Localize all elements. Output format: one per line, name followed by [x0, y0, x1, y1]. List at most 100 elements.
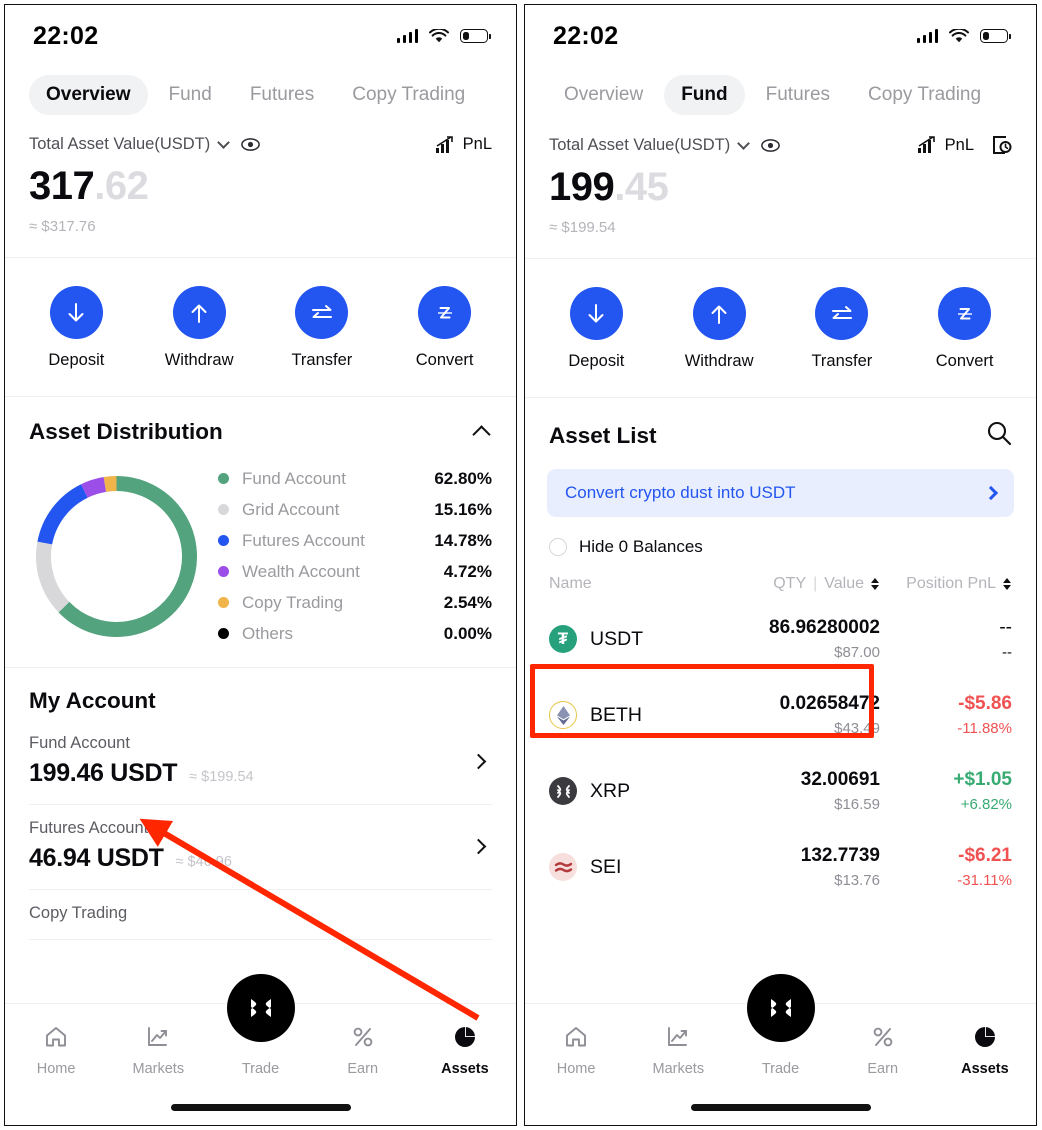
- trade-fab-button[interactable]: [746, 974, 815, 1042]
- nav-item-earn[interactable]: Earn: [832, 1022, 934, 1077]
- tab-futures[interactable]: Futures: [749, 75, 847, 115]
- chevron-right-icon[interactable]: [470, 838, 487, 854]
- search-icon[interactable]: [986, 420, 1012, 451]
- asset-row-sei[interactable]: SEI 132.7739 $13.76 -$6.21 -31.11%: [525, 829, 1036, 905]
- convert-button[interactable]: Convert: [395, 286, 495, 370]
- pie-icon: [414, 1022, 516, 1052]
- deposit-button[interactable]: Deposit: [26, 286, 126, 370]
- arrow-down-icon: [49, 286, 103, 339]
- total-asset-block: Total Asset Value(USDT) PnL 199.45 ≈ $19…: [525, 131, 1036, 259]
- pnl-chart-icon: [917, 136, 935, 153]
- asset-distribution-donut: [29, 469, 204, 644]
- chevron-down-icon[interactable]: [737, 136, 751, 150]
- sort-icon[interactable]: [871, 577, 880, 591]
- column-header-position-pnl[interactable]: Position PnL: [880, 575, 1012, 593]
- legend-dot-futures: [218, 535, 229, 546]
- convert-dust-banner[interactable]: Convert crypto dust into USDT: [547, 469, 1014, 517]
- pnl-button[interactable]: PnL: [435, 135, 492, 154]
- column-header-qty-value[interactable]: QTY | Value: [734, 575, 880, 593]
- hide-zero-radio[interactable]: [549, 538, 567, 556]
- status-icons: [396, 28, 491, 44]
- asset-distribution-header[interactable]: Asset Distribution: [5, 397, 516, 451]
- xrp-coin-icon: [549, 777, 577, 805]
- nav-label-home: Home: [556, 1060, 596, 1077]
- tab-overview[interactable]: Overview: [29, 75, 148, 115]
- asset-name-usdt: ₮ USDT: [549, 625, 734, 653]
- hide-zero-balances-toggle[interactable]: Hide 0 Balances: [525, 517, 1036, 561]
- tab-fund[interactable]: Fund: [152, 75, 229, 115]
- legend-label-futures: Futures Account: [242, 530, 365, 550]
- transfer-label: Transfer: [291, 351, 353, 369]
- nav-label-markets: Markets: [652, 1060, 705, 1077]
- chevron-up-icon[interactable]: [472, 424, 491, 444]
- asset-pnl-pct-beth: -11.88%: [957, 720, 1012, 737]
- futures-account-usd: ≈ $46.96: [175, 854, 232, 870]
- transfer-button[interactable]: Transfer: [272, 286, 372, 370]
- legend-item-fund: Fund Account 62.80%: [218, 463, 492, 494]
- fund-account-row[interactable]: Fund Account 199.46 USDT ≈ $199.54: [29, 720, 492, 805]
- quick-actions: Deposit Withdraw Transfer Convert: [525, 259, 1036, 398]
- right-phone-panel: 22:02 Overview Fund Futures Copy Trading…: [524, 4, 1037, 1126]
- convert-button[interactable]: Convert: [915, 287, 1015, 371]
- tab-copy-trading[interactable]: Copy Trading: [851, 75, 998, 115]
- asset-usd-value-xrp: $16.59: [834, 796, 880, 813]
- convert-dust-label: Convert crypto dust into USDT: [565, 483, 796, 502]
- tab-overview[interactable]: Overview: [547, 75, 660, 115]
- asset-qty-sei: 132.7739 $13.76: [734, 845, 880, 889]
- column-header-qty: QTY: [773, 575, 807, 592]
- tab-fund[interactable]: Fund: [664, 75, 745, 115]
- nav-item-assets[interactable]: Assets: [934, 1022, 1036, 1077]
- asset-pnl-pct-usdt: --: [1002, 644, 1012, 661]
- asset-qty-usdt: 86.96280002 $87.00: [734, 617, 880, 661]
- chevron-down-icon[interactable]: [217, 136, 231, 149]
- column-header-name: Name: [549, 575, 592, 592]
- deposit-button[interactable]: Deposit: [546, 287, 646, 371]
- copy-trading-account-info: Copy Trading: [29, 904, 492, 923]
- pnl-label: PnL: [462, 135, 492, 153]
- legend-pct-fund: 62.80%: [434, 468, 492, 488]
- asset-pnl-usdt: -- --: [880, 617, 1012, 661]
- sort-icon[interactable]: [1003, 577, 1012, 591]
- eye-icon[interactable]: [241, 135, 261, 154]
- copy-trading-account-name: Copy Trading: [29, 904, 128, 922]
- status-bar: 22:02: [525, 5, 1036, 67]
- quick-actions: Deposit Withdraw Transfer Convert: [5, 258, 516, 397]
- asset-pnl-value-usdt: --: [999, 617, 1012, 638]
- asset-symbol-sei: SEI: [590, 855, 622, 878]
- total-amount-integer: 317: [29, 164, 95, 208]
- transfer-button[interactable]: Transfer: [792, 287, 892, 371]
- nav-item-markets[interactable]: Markets: [627, 1022, 729, 1077]
- pnl-label: PnL: [944, 135, 974, 154]
- nav-item-home[interactable]: Home: [525, 1022, 627, 1077]
- donut-segment: [36, 541, 70, 612]
- pnl-button[interactable]: PnL: [917, 136, 974, 155]
- trade-fab-button[interactable]: [226, 974, 295, 1042]
- nav-item-markets[interactable]: Markets: [107, 1022, 209, 1077]
- chevron-right-icon[interactable]: [983, 485, 999, 501]
- asset-pnl-pct-sei: -31.11%: [957, 872, 1012, 889]
- withdraw-button[interactable]: Withdraw: [669, 287, 769, 371]
- transaction-history-icon[interactable]: [992, 135, 1012, 155]
- asset-pnl-value-beth: -$5.86: [958, 693, 1012, 714]
- total-amount-decimal: .62: [94, 164, 149, 208]
- tab-futures[interactable]: Futures: [233, 75, 331, 115]
- chevron-right-icon[interactable]: [470, 753, 487, 769]
- nav-item-assets[interactable]: Assets: [414, 1022, 516, 1077]
- nav-item-home[interactable]: Home: [5, 1022, 107, 1077]
- eye-icon[interactable]: [761, 136, 781, 155]
- asset-distribution-body: Fund Account 62.80% Grid Account 15.16% …: [5, 451, 516, 667]
- usdt-coin-icon: ₮: [549, 625, 577, 653]
- total-amount-integer: 199: [549, 165, 615, 209]
- sei-coin-icon: [549, 853, 577, 881]
- tab-copy-trading[interactable]: Copy Trading: [335, 75, 482, 115]
- donut-segment: [103, 475, 117, 492]
- withdraw-button[interactable]: Withdraw: [149, 286, 249, 370]
- asset-row-xrp[interactable]: XRP 32.00691 $16.59 +$1.05 +6.82%: [525, 753, 1036, 829]
- convert-z-icon: [938, 287, 992, 340]
- nav-item-earn[interactable]: Earn: [312, 1022, 414, 1077]
- futures-account-amount: 46.94 USDT: [29, 844, 164, 872]
- asset-name-sei: SEI: [549, 853, 734, 881]
- futures-account-row[interactable]: Futures Account 46.94 USDT ≈ $46.96: [29, 805, 492, 890]
- column-header-pnl-text: Position PnL: [906, 575, 996, 592]
- copy-trading-account-row[interactable]: Copy Trading: [29, 890, 492, 940]
